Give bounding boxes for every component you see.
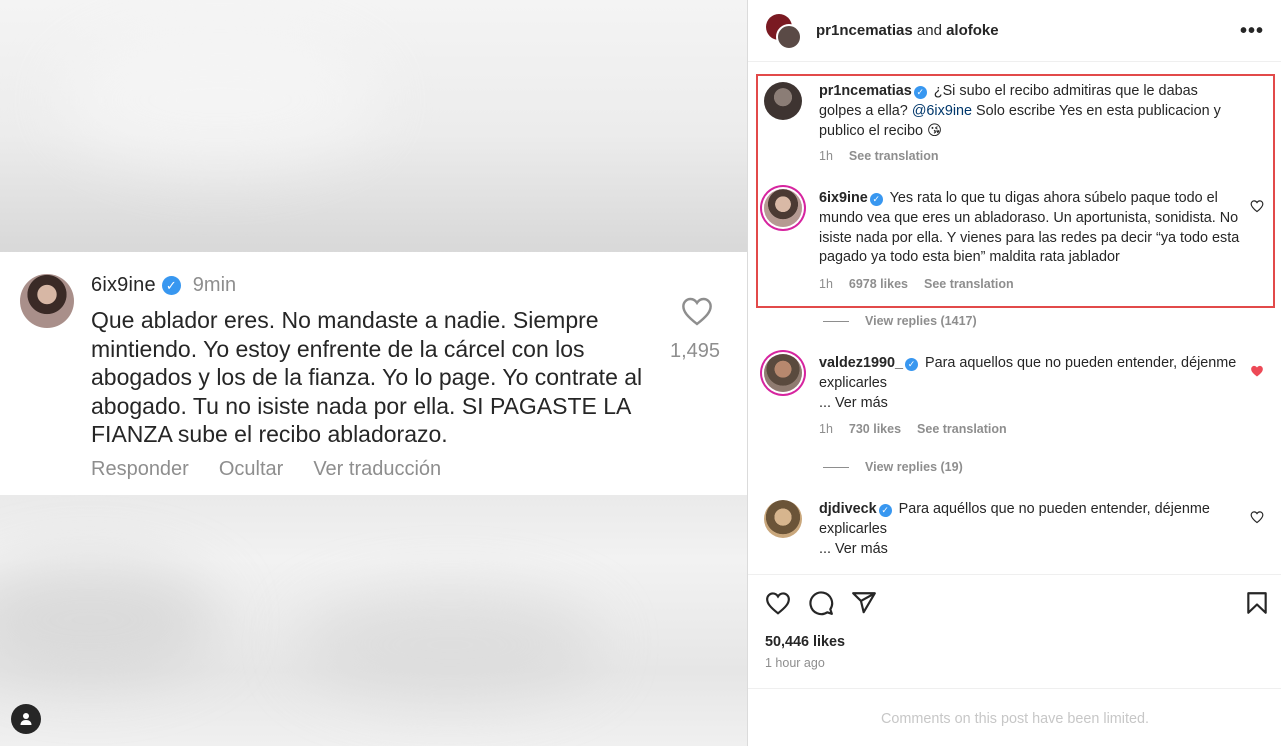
avatar[interactable] [764,500,802,538]
verified-badge-icon: ✓ [913,86,927,99]
translate-link: Ver traducción [313,458,442,480]
mention-link[interactable]: @6ix9ine [912,103,972,119]
comment-time: 1h [819,149,833,163]
screenshot-comment-card: 6ix9ine ✓ 9min Que ablador eres. No mand… [0,252,747,495]
avatar[interactable] [764,354,802,392]
comments-limited-notice: Comments on this post have been limited. [881,711,1149,727]
divider [823,466,849,468]
avatar [20,274,74,328]
comment-meta: 1h See translation [819,149,939,163]
comment-meta: 1h 6978 likes See translation [819,277,1014,291]
divider [823,320,849,322]
comment-text: pr1ncematias ✓ ¿Si subo el recibo admitir… [819,82,1244,141]
view-replies-label: View replies (19) [865,460,963,474]
see-translation-link[interactable]: See translation [924,277,1014,291]
author-link[interactable]: pr1ncematias [816,22,913,39]
comment-text: Que ablador eres. No mandaste a nadie. S… [91,307,643,447]
post-authors: pr1ncematias and alofoke [816,22,999,39]
comment-username[interactable]: valdez1990_ [819,355,903,371]
avatar[interactable] [776,24,802,50]
comment-icon[interactable] [808,590,834,616]
avatar[interactable] [764,189,802,227]
post-likes[interactable]: 50,446 likes [765,634,845,650]
verified-badge-icon: ✓ [878,504,892,517]
comment-time: 9min [192,274,237,296]
username: 6ix9ine [91,274,156,296]
like-count: 1,495 [670,340,721,362]
comment-text: djdiveck ✓ Para aquéllos que no pueden en… [819,500,1244,559]
person-icon [20,713,32,725]
likes-link[interactable]: 6978 likes [849,277,908,291]
post-header: pr1ncematias and alofoke ••• [748,0,1281,62]
see-translation-link[interactable]: See translation [917,422,1007,436]
heart-filled-icon[interactable] [1250,364,1264,378]
share-icon[interactable] [851,590,877,616]
comment-actions: Responder Ocultar Ver traducción [91,458,441,481]
comment-username[interactable]: pr1ncematias [819,83,912,99]
comment-time: 1h [819,277,833,291]
verified-badge-icon: ✓ [161,276,181,295]
comment-time: 1h [819,422,833,436]
view-replies-button[interactable]: View replies (19) [823,460,963,474]
comment-meta: 1h 730 likes See translation [819,422,1007,436]
verified-badge-icon: ✓ [905,358,919,371]
verified-badge-icon: ✓ [869,193,883,206]
comment-header: 6ix9ine ✓ 9min [91,274,236,297]
comment-content: Para aquéllos que no pueden entender, dé… [819,501,1210,537]
view-replies-label: View replies (1417) [865,314,977,328]
divider [748,688,1281,689]
post-image: 6ix9ine ✓ 9min Que ablador eres. No mand… [0,0,747,746]
heart-icon[interactable] [1250,199,1264,213]
comment-username[interactable]: djdiveck [819,501,877,517]
hide-link: Ocultar [218,458,284,480]
comment-text: 6ix9ine ✓ Yes rata lo que tu digas ahora … [819,189,1244,268]
see-more-link[interactable]: ... Ver más [819,395,888,411]
divider [748,574,1281,575]
see-translation-link[interactable]: See translation [849,149,939,163]
comment-username[interactable]: 6ix9ine [819,190,868,206]
likes-link[interactable]: 730 likes [849,422,901,436]
comment-text: valdez1990_ ✓ Para aquellos que no pueden… [819,354,1244,413]
view-replies-button[interactable]: View replies (1417) [823,314,977,328]
joiner-text: and [916,22,942,39]
post-timestamp: 1 hour ago [765,656,825,670]
like-icon[interactable] [765,590,791,616]
user-tag-icon[interactable] [11,704,41,734]
comments-panel: pr1ncematias and alofoke ••• pr1ncematia… [747,0,1281,746]
save-icon[interactable] [1244,590,1270,616]
reply-link: Responder [91,458,189,480]
see-more-link[interactable]: ... Ver más [819,541,888,557]
heart-icon[interactable] [1250,510,1264,524]
avatar[interactable] [764,82,802,120]
more-options-icon[interactable]: ••• [1240,20,1264,43]
author-link[interactable]: alofoke [946,22,999,39]
heart-icon [682,297,712,326]
